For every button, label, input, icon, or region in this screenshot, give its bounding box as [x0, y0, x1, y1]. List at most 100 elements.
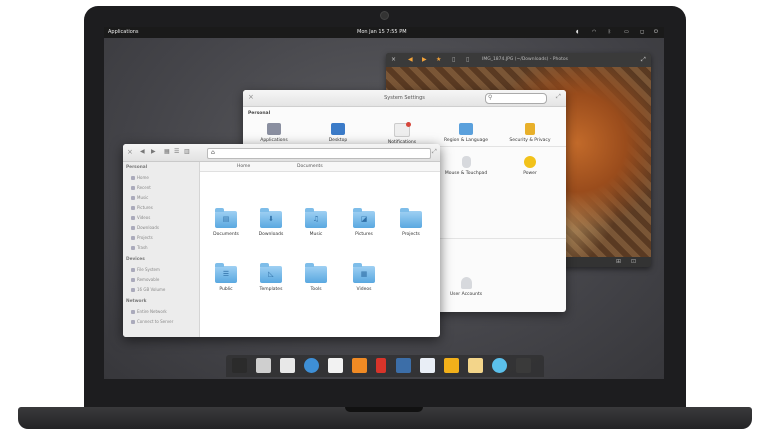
sidebar-item-downloads[interactable]: Downloads [131, 225, 159, 230]
folder-music[interactable]: ♫ Music [295, 208, 337, 237]
notes-icon[interactable] [468, 358, 483, 373]
sidebar-item-music[interactable]: Music [131, 195, 148, 200]
settings-search-input[interactable]: ⚲ [485, 93, 547, 104]
network-icon[interactable]: ◠ [592, 29, 596, 35]
battery-icon[interactable]: ▭ [624, 29, 629, 35]
settings-item-power[interactable]: Power [500, 156, 560, 176]
bluetooth-icon[interactable]: ᛒ [608, 29, 611, 35]
photo-viewer-headerbar: × ◀ ▶ ★ ▯ ▯ IMG_1874.JPG (~/Downloads) -… [386, 53, 651, 68]
back-icon[interactable]: ◀ [140, 148, 145, 155]
settings-item-desktop[interactable]: Desktop [308, 123, 368, 143]
browser-icon[interactable] [304, 358, 319, 373]
scratch-icon[interactable] [280, 358, 295, 373]
star-icon[interactable]: ★ [436, 56, 441, 63]
sidebar-item-connect-server[interactable]: Connect to Server [131, 319, 173, 324]
back-icon[interactable]: ◀ [408, 56, 413, 63]
folder-icon: ◪ [353, 208, 375, 228]
music-icon[interactable] [352, 358, 367, 373]
notifications-icon[interactable]: ◻ [640, 29, 644, 35]
notifications-icon [394, 122, 411, 137]
sidebar-item-file-system[interactable]: File System [131, 267, 160, 272]
folder-icon: ▤ [215, 208, 237, 228]
files-icon[interactable] [256, 358, 271, 373]
forward-icon[interactable]: ▶ [422, 56, 427, 63]
desktop-icon [331, 123, 345, 135]
panel-clock[interactable]: Mon Jan 15 7:55 PM [357, 29, 407, 35]
location-bar[interactable]: ⌂ [207, 148, 431, 159]
fullscreen-icon[interactable]: ⊡ [631, 258, 636, 265]
top-panel: Applications Mon Jan 15 7:55 PM ◖ ◠ ᛒ ▭ … [104, 27, 664, 38]
sidebar-item-entire-network[interactable]: Entire Network [131, 309, 167, 314]
sidebar-item-pictures[interactable]: Pictures [131, 205, 153, 210]
files-sidebar: Personal Home Recent Music Pictures Vide… [123, 162, 200, 337]
settings-item-notifications[interactable]: Notifications [372, 122, 432, 145]
sidebar-item-videos[interactable]: Videos [131, 215, 150, 220]
folder-icon: ♫ [305, 208, 327, 228]
breadcrumb: Home Documents [199, 162, 440, 172]
forward-icon[interactable]: ▶ [151, 148, 156, 155]
calendar-icon[interactable] [328, 358, 343, 373]
webcam [380, 11, 389, 20]
settings-item-mouse-touchpad[interactable]: Mouse & Touchpad [436, 156, 496, 176]
close-icon[interactable]: × [127, 148, 133, 156]
search-icon: ⚲ [488, 94, 493, 101]
contacts-icon[interactable] [444, 358, 459, 373]
maximize-icon[interactable]: ⤢ [641, 56, 646, 64]
zoom-icon[interactable]: ⊞ [616, 258, 621, 265]
sidebar-item-recent[interactable]: Recent [131, 185, 151, 190]
settings-item-security-privacy[interactable]: Security & Privacy [500, 123, 560, 143]
speaker-icon[interactable]: ◖ [576, 29, 579, 35]
close-icon[interactable]: × [391, 56, 396, 63]
folder-documents[interactable]: ▤ Documents [205, 208, 247, 237]
files-window[interactable]: × ◀ ▶ ▦ ☰ ▥ ⌂ ⤢ Home Documents Personal … [123, 144, 440, 337]
power-icon[interactable]: ⏻ [654, 29, 658, 35]
photo-viewer-title: IMG_1874.JPG (~/Downloads) - Photos [482, 57, 568, 62]
mouse-icon [461, 156, 471, 168]
user-icon [460, 277, 472, 289]
sidebar-header-network: Network [126, 299, 147, 304]
edit-icon[interactable]: ▯ [466, 56, 469, 63]
folder-templates[interactable]: ◺ Templates [250, 263, 292, 292]
folder-pictures[interactable]: ◪ Pictures [343, 208, 385, 237]
sidebar-header-devices: Devices [126, 257, 145, 262]
monitor-icon[interactable] [516, 358, 531, 373]
folder-videos[interactable]: ▦ Videos [343, 263, 385, 292]
folder-icon: ☰ [215, 263, 237, 283]
sidebar-item-volume[interactable]: 16 GB Volume [131, 287, 165, 292]
desktop-screen: Applications Mon Jan 15 7:55 PM ◖ ◠ ᛒ ▭ … [104, 27, 664, 379]
settings-item-region-language[interactable]: Region & Language [436, 123, 496, 143]
home-icon: ⌂ [211, 149, 215, 156]
folder-tools[interactable]: Tools [295, 263, 337, 292]
breadcrumb-documents[interactable]: Documents [297, 164, 323, 169]
settings-headerbar: × System Settings ⚲ ⤢ [243, 90, 566, 107]
maximize-icon[interactable]: ⤢ [432, 148, 437, 156]
sidebar-item-projects[interactable]: Projects [131, 235, 153, 240]
chat-icon[interactable] [492, 358, 507, 373]
photos-icon[interactable] [396, 358, 411, 373]
column-view-icon[interactable]: ▥ [184, 148, 190, 155]
icon-view-icon[interactable]: ▦ [164, 148, 170, 155]
list-view-icon[interactable]: ☰ [174, 148, 179, 155]
lock-icon [525, 123, 535, 135]
sidebar-item-removable[interactable]: Removable [131, 277, 159, 282]
folder-icon [400, 208, 422, 228]
terminal-icon[interactable] [232, 358, 247, 373]
rotate-icon[interactable]: ▯ [452, 56, 455, 63]
laptop-hinge-notch [345, 407, 423, 412]
files-headerbar: × ◀ ▶ ▦ ☰ ▥ ⌂ ⤢ [123, 144, 440, 162]
folder-downloads[interactable]: ⬇ Downloads [250, 208, 292, 237]
applications-menu[interactable]: Applications [108, 29, 139, 35]
sidebar-header-personal: Personal [126, 165, 148, 170]
video-icon[interactable] [376, 358, 386, 373]
folder-icon [305, 263, 327, 283]
breadcrumb-home[interactable]: Home [237, 164, 250, 169]
folder-public[interactable]: ☰ Public [205, 263, 247, 292]
settings-item-user-accounts[interactable]: User Accounts [436, 277, 496, 297]
settings-item-applications[interactable]: Applications [244, 123, 304, 143]
sidebar-item-home[interactable]: Home [131, 175, 149, 180]
sidebar-item-trash[interactable]: Trash [131, 245, 148, 250]
folder-projects[interactable]: Projects [390, 208, 432, 237]
maximize-icon[interactable]: ⤢ [556, 93, 561, 101]
folder-icon: ⬇ [260, 208, 282, 228]
mail-icon[interactable] [420, 358, 435, 373]
